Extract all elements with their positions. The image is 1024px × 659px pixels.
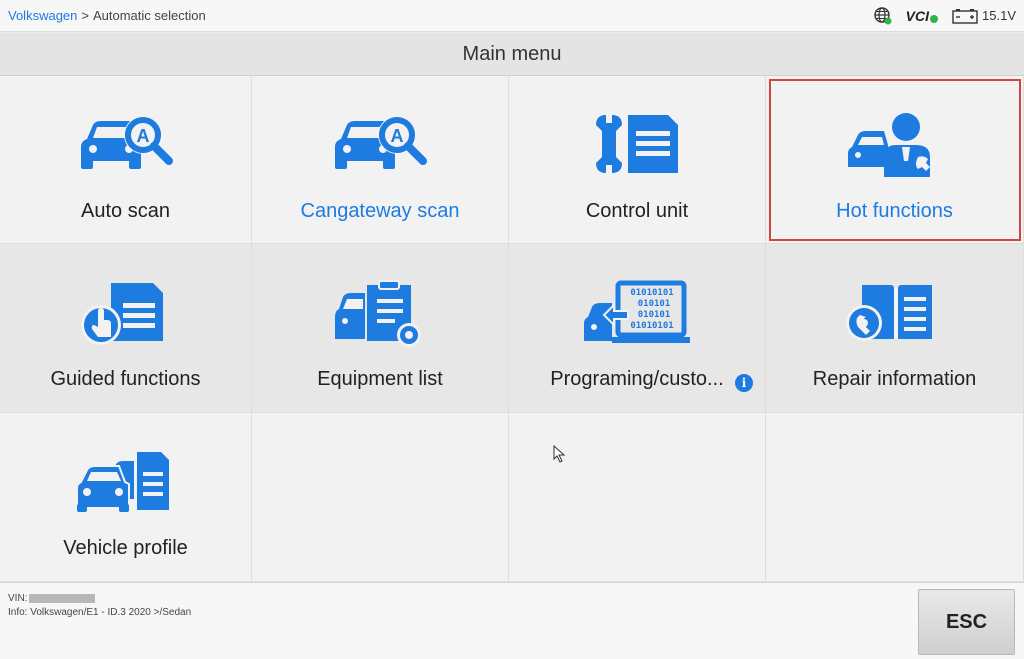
svg-text:010101: 010101 bbox=[638, 310, 671, 320]
cars-document-icon bbox=[71, 443, 181, 523]
svg-text:010101: 010101 bbox=[638, 299, 671, 309]
car-clipboard-icon bbox=[325, 274, 435, 354]
vci-status: VCI bbox=[905, 7, 939, 24]
tile-control-unit[interactable]: Control unit bbox=[509, 76, 766, 244]
wrench-book-icon bbox=[840, 274, 950, 354]
tile-label: Control unit bbox=[585, 200, 689, 222]
breadcrumb: Volkswagen > Automatic selection bbox=[8, 8, 206, 23]
tile-hot-functions[interactable]: Hot functions bbox=[766, 76, 1024, 244]
tile-label: Auto scan bbox=[81, 200, 170, 222]
status-bar: Volkswagen > Automatic selection VCI 15.… bbox=[0, 0, 1024, 32]
tile-label: Vehicle profile bbox=[63, 537, 188, 559]
tile-label: Guided functions bbox=[50, 368, 201, 390]
svg-text:A: A bbox=[136, 126, 149, 146]
svg-text:01010101: 01010101 bbox=[630, 321, 673, 331]
tile-label: Hot functions bbox=[836, 200, 953, 222]
tile-guided-functions[interactable]: Guided functions bbox=[0, 244, 252, 413]
car-search-icon: A bbox=[325, 106, 435, 186]
hand-document-icon bbox=[71, 274, 181, 354]
car-search-icon: A bbox=[71, 106, 181, 186]
page-title: Main menu bbox=[0, 33, 1024, 76]
info-icon[interactable]: i bbox=[735, 374, 753, 392]
tile-label: Repair information bbox=[812, 368, 977, 390]
tile-programming[interactable]: 01010101 010101 010101 01010101 Programi… bbox=[509, 244, 766, 413]
battery-status: 15.1V bbox=[952, 8, 1016, 24]
breadcrumb-current: Automatic selection bbox=[92, 8, 206, 23]
vehicle-info: Info: Volkswagen/E1 - ID.3 2020 >/Sedan bbox=[8, 607, 192, 618]
tile-cangateway-scan[interactable]: A Cangateway scan bbox=[252, 76, 509, 244]
network-status bbox=[873, 6, 892, 25]
svg-text:A: A bbox=[391, 126, 404, 146]
wrench-document-icon bbox=[582, 106, 692, 186]
globe-icon bbox=[873, 6, 892, 24]
car-technician-icon bbox=[840, 106, 950, 186]
empty-tile bbox=[509, 413, 766, 582]
footer-bar: VIN: Info: Volkswagen/E1 - ID.3 2020 >/S… bbox=[0, 582, 1024, 659]
status-indicators: VCI 15.1V bbox=[873, 6, 1016, 25]
battery-icon bbox=[952, 8, 978, 24]
empty-tile bbox=[766, 413, 1024, 582]
vci-label: VCI bbox=[905, 7, 930, 24]
vin-value-masked bbox=[29, 594, 96, 603]
esc-button[interactable]: ESC bbox=[918, 589, 1015, 655]
svg-text:01010101: 01010101 bbox=[630, 288, 673, 298]
tile-label: Cangateway scan bbox=[300, 200, 460, 222]
tile-repair-information[interactable]: Repair information bbox=[766, 244, 1024, 413]
app-window: Volkswagen > Automatic selection VCI 15.… bbox=[0, 0, 1024, 659]
vin-row: VIN: bbox=[8, 593, 96, 604]
vin-label: VIN: bbox=[8, 593, 28, 604]
tile-vehicle-profile[interactable]: Vehicle profile bbox=[0, 413, 252, 582]
car-binary-icon: 01010101 010101 010101 01010101 bbox=[582, 274, 692, 354]
battery-voltage: 15.1V bbox=[982, 8, 1016, 23]
tile-label: Programing/custo... bbox=[550, 368, 724, 390]
breadcrumb-separator: > bbox=[81, 8, 89, 23]
mouse-cursor-icon bbox=[553, 445, 566, 463]
empty-tile bbox=[252, 413, 509, 582]
tile-label: Equipment list bbox=[317, 368, 443, 390]
tile-equipment-list[interactable]: Equipment list bbox=[252, 244, 509, 413]
vci-connected-dot bbox=[930, 14, 939, 23]
breadcrumb-brand-link[interactable]: Volkswagen bbox=[8, 8, 77, 23]
main-menu-grid: A Auto scan A Cangateway scan Control un… bbox=[0, 76, 1024, 582]
tile-auto-scan[interactable]: A Auto scan bbox=[0, 76, 252, 244]
